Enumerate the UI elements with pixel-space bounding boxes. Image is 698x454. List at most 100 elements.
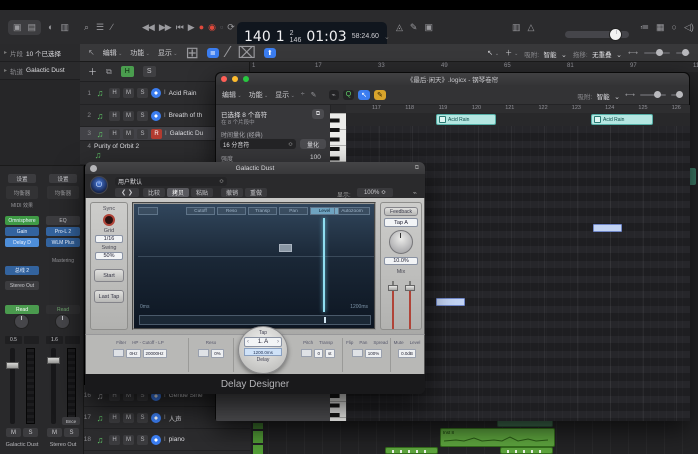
last-tap-button[interactable]: Last Tap bbox=[94, 290, 124, 303]
mute-button[interactable]: M bbox=[47, 428, 62, 437]
pitch-toggle[interactable] bbox=[301, 349, 312, 357]
lcd-division[interactable]: 2 146 bbox=[290, 30, 302, 44]
fader-cap[interactable] bbox=[47, 357, 60, 364]
track-s-button[interactable]: S bbox=[137, 435, 148, 445]
pan-value[interactable]: 100% bbox=[365, 349, 383, 358]
view-tab-cutoff[interactable]: Cutoff bbox=[186, 207, 215, 215]
track-m-button[interactable]: M bbox=[123, 111, 134, 121]
lcd-chevron-icon[interactable]: ⌄ bbox=[384, 33, 390, 41]
duplicate-track-button[interactable]: ⧉ bbox=[106, 67, 112, 77]
track-h-button[interactable]: H bbox=[109, 435, 120, 445]
rewind-icon[interactable]: ◀◀ bbox=[142, 22, 154, 33]
inspector-toggle-icon[interactable]: ▥ bbox=[60, 22, 69, 33]
view-tab-transp[interactable]: Transp bbox=[248, 207, 277, 215]
plus-menu[interactable]: ＋ ⌄ bbox=[505, 48, 518, 58]
track-m-button[interactable]: M bbox=[123, 435, 134, 445]
plugin-比较-button[interactable]: 比较 bbox=[143, 188, 165, 197]
peak-value[interactable] bbox=[65, 336, 80, 344]
pencil-tool-icon[interactable]: ✎ bbox=[374, 90, 386, 100]
record-icon[interactable]: ● bbox=[199, 22, 203, 32]
plugin-重做-button[interactable]: 重做 bbox=[245, 188, 267, 197]
track-s-button[interactable]: S bbox=[137, 413, 148, 423]
grid-icon[interactable]: ⊞ bbox=[185, 43, 198, 63]
lcd-time[interactable]: 01:03 bbox=[306, 29, 346, 45]
feedback-knob[interactable] bbox=[389, 230, 413, 254]
track-s-button[interactable]: S bbox=[137, 111, 148, 121]
volume-knob[interactable] bbox=[609, 28, 622, 41]
cpu-meter-icon[interactable]: ▥ bbox=[512, 22, 521, 33]
zoom-tool-icon[interactable]: ⌕ bbox=[84, 22, 89, 33]
plugin-slot-omnisphere[interactable]: Omnisphere bbox=[5, 216, 39, 225]
tap-stepper[interactable]: ‹1. A› bbox=[244, 337, 282, 347]
notifications-icon[interactable]: ○ bbox=[672, 22, 677, 32]
view-tab-pan[interactable]: Pan bbox=[279, 207, 308, 215]
send-slot[interactable]: 总线 2 bbox=[5, 266, 39, 275]
metronome-icon[interactable]: ◬ bbox=[396, 22, 403, 33]
divide-icon[interactable]: ÷ bbox=[301, 91, 305, 98]
lp-cutoff[interactable]: 20000Hz bbox=[143, 349, 167, 358]
pitch-value[interactable]: 0 bbox=[314, 349, 323, 358]
plugin-slot-eq[interactable]: EQ bbox=[46, 216, 80, 225]
midi-region[interactable] bbox=[500, 447, 553, 454]
preset-select[interactable]: 用户默认≎ bbox=[115, 177, 227, 186]
h-zoom-slider[interactable] bbox=[644, 52, 670, 54]
track-m-button[interactable]: M bbox=[123, 88, 134, 98]
master-volume-slider[interactable] bbox=[565, 31, 629, 38]
forward-icon[interactable]: ▶▶ bbox=[159, 22, 171, 33]
lcd-frames[interactable]: 58:24.60 bbox=[352, 33, 379, 40]
midi-note[interactable] bbox=[593, 224, 622, 232]
start-button[interactable]: Start bbox=[94, 269, 124, 282]
reso-value[interactable]: 0% bbox=[211, 349, 224, 358]
track-m-button[interactable]: M bbox=[123, 129, 134, 139]
track-h-button[interactable]: H bbox=[109, 88, 120, 98]
tap-id-handle[interactable] bbox=[279, 244, 292, 252]
delay-time-value[interactable]: 1200.0ms bbox=[244, 348, 282, 356]
flex-icon[interactable]: ⌧ bbox=[237, 43, 255, 63]
track-s-button[interactable]: S bbox=[137, 88, 148, 98]
disclosure-icon[interactable]: ▸ bbox=[4, 49, 7, 56]
setting-button[interactable]: 设置 bbox=[49, 174, 77, 183]
menu-功能[interactable]: 功能 ⌄ bbox=[130, 48, 150, 58]
input-monitor-button[interactable] bbox=[151, 111, 161, 121]
flip-toggle[interactable] bbox=[352, 349, 363, 357]
zoom-select[interactable]: 100% ≎ bbox=[357, 188, 393, 197]
pan-knob[interactable] bbox=[14, 314, 29, 329]
volume-value[interactable]: 0.5 bbox=[5, 336, 22, 344]
autozoom-button[interactable]: Autozoom bbox=[334, 207, 370, 215]
grid-value[interactable]: 1/16 bbox=[95, 235, 123, 243]
midi-in-icon[interactable]: ⌁ bbox=[329, 90, 339, 100]
record-enable-button[interactable]: R bbox=[151, 129, 162, 139]
sidechain-icon[interactable]: ⌁ bbox=[413, 189, 417, 197]
volume-value[interactable]: 1.6 bbox=[46, 336, 63, 344]
fader-track[interactable] bbox=[10, 348, 15, 424]
h-zoom-icon[interactable]: ⟷ bbox=[625, 91, 635, 99]
eq-thumbnail[interactable]: 均衡器 bbox=[6, 186, 38, 199]
reso-bars[interactable] bbox=[198, 349, 209, 357]
quantize-select[interactable]: 16 分音符≎ bbox=[220, 139, 296, 149]
strength-value[interactable]: 100 bbox=[310, 154, 321, 161]
dry-slider[interactable] bbox=[404, 281, 416, 329]
pause-icon[interactable]: ▫ bbox=[220, 22, 222, 32]
level-value[interactable]: 0.0dB bbox=[398, 349, 416, 358]
menu-编辑[interactable]: 编辑 ⌄ bbox=[103, 48, 123, 58]
alert-icon[interactable]: △ bbox=[528, 22, 535, 33]
global-solo-button[interactable]: S bbox=[143, 66, 156, 77]
menu-显示[interactable]: 显示 ⌄ bbox=[158, 48, 178, 58]
input-monitor-button[interactable] bbox=[151, 413, 161, 423]
track-h-button[interactable]: H bbox=[109, 111, 120, 121]
plugin-粘贴-button[interactable]: 粘贴 bbox=[191, 188, 213, 197]
midi-region-inst8[interactable]: Inst 8 bbox=[440, 428, 555, 447]
solo-button[interactable]: S bbox=[64, 428, 79, 437]
v-zoom-slider[interactable] bbox=[676, 52, 690, 54]
editors-toggle-icon[interactable]: ◐ bbox=[48, 22, 53, 32]
pitch-unit[interactable]: st bbox=[325, 349, 335, 358]
pointer-menu[interactable]: ↖ ⌄ bbox=[487, 49, 499, 57]
global-hide-button[interactable]: H bbox=[121, 66, 134, 77]
pencil-icon[interactable]: ∕ bbox=[111, 22, 113, 32]
overview-strip[interactable] bbox=[139, 315, 371, 325]
tuner-icon[interactable]: ▣ bbox=[424, 22, 433, 33]
sync-led[interactable] bbox=[103, 214, 115, 226]
plugin-撤销-button[interactable]: 撤销 bbox=[221, 188, 243, 197]
output-slot[interactable]: Stereo Out bbox=[5, 281, 39, 290]
quantize-icon[interactable]: Q bbox=[343, 90, 354, 100]
